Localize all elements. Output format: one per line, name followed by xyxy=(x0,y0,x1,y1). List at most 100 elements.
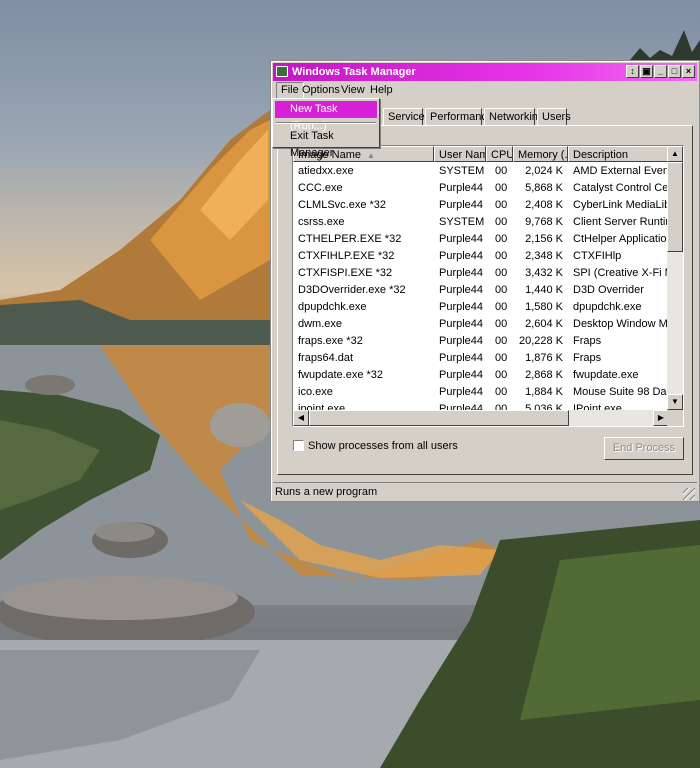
process-memory: 5,868 K xyxy=(525,182,563,194)
process-name: CCC.exe xyxy=(298,182,343,194)
menu-bar: File Options View Help xyxy=(273,82,697,99)
menu-item-exit-task-manager[interactable]: Exit Task Manager xyxy=(275,128,377,159)
scrollbar-corner xyxy=(667,410,683,426)
table-row[interactable]: dpupdchk.exe Purple44 00 1,580 K dpupdchk.ex… xyxy=(293,299,669,316)
table-row[interactable]: fraps.exe *32 Purple44 00 20,228 K Fraps xyxy=(293,333,669,350)
process-memory: 1,580 K xyxy=(525,301,563,313)
scroll-left-icon[interactable]: ◀ xyxy=(293,410,309,426)
process-description: D3D Overrider xyxy=(573,284,644,296)
title-bar[interactable]: Windows Task Manager ↕ ▣ _ □ × xyxy=(273,63,697,81)
resize-grip-icon[interactable] xyxy=(683,488,695,500)
end-process-button[interactable]: End Process xyxy=(604,437,684,460)
close-button[interactable]: × xyxy=(682,65,695,78)
column-cpu[interactable]: CPU xyxy=(486,146,513,162)
process-user: Purple44 xyxy=(439,233,484,245)
window-title: Windows Task Manager xyxy=(292,66,416,78)
table-row[interactable]: csrss.exe SYSTEM 00 9,768 K Client Server Ru… xyxy=(293,214,669,231)
minimize-button[interactable]: _ xyxy=(654,65,667,78)
process-user: SYSTEM xyxy=(439,165,485,177)
process-name: csrss.exe xyxy=(298,216,345,228)
process-cpu: 00 xyxy=(495,233,508,245)
process-memory: 3,432 K xyxy=(525,267,563,279)
horizontal-scroll-thumb[interactable] xyxy=(309,410,569,426)
table-row[interactable]: CTXFIHLP.EXE *32 Purple44 00 2,348 K CTXFIHl… xyxy=(293,248,669,265)
process-name: fraps.exe *32 xyxy=(298,335,363,347)
table-row[interactable]: ico.exe Purple44 00 1,884 K Mouse Suite 98 D… xyxy=(293,384,669,401)
process-memory: 1,884 K xyxy=(525,386,563,398)
process-cpu: 00 xyxy=(495,199,508,211)
process-list[interactable]: Image Name▲ User Name CPU Memory (... De… xyxy=(292,145,684,427)
vertical-scrollbar[interactable]: ▲ ▼ xyxy=(667,146,683,410)
table-row[interactable]: CCC.exe Purple44 00 5,868 K Catalyst Control… xyxy=(293,180,669,197)
process-user: Purple44 xyxy=(439,182,484,194)
process-cpu: 00 xyxy=(495,250,508,262)
menu-help[interactable]: Help xyxy=(366,83,397,98)
process-memory: 2,348 K xyxy=(525,250,563,262)
process-rows: atiedxx.exe SYSTEM 00 2,024 K AMD External E… xyxy=(293,163,669,418)
process-description: CtHelper Application xyxy=(573,233,669,245)
process-cpu: 00 xyxy=(495,284,508,296)
column-memory[interactable]: Memory (... xyxy=(513,146,568,162)
process-cpu: 00 xyxy=(495,165,508,177)
tab-performance[interactable]: Performance xyxy=(425,108,493,125)
table-row[interactable]: atiedxx.exe SYSTEM 00 2,024 K AMD External E… xyxy=(293,163,669,180)
process-memory: 2,868 K xyxy=(525,369,563,381)
table-row[interactable]: CLMLSvc.exe *32 Purple44 00 2,408 K CyberLin… xyxy=(293,197,669,214)
process-memory: 20,228 K xyxy=(519,335,563,347)
process-user: Purple44 xyxy=(439,199,484,211)
task-manager-icon xyxy=(276,66,288,77)
process-user: Purple44 xyxy=(439,301,484,313)
tab-networking[interactable]: Networking xyxy=(484,108,544,125)
column-user-name[interactable]: User Name xyxy=(434,146,486,162)
process-name: CLMLSvc.exe *32 xyxy=(298,199,387,211)
process-list-header: Image Name▲ User Name CPU Memory (... De… xyxy=(293,146,669,162)
process-user: Purple44 xyxy=(439,352,484,364)
process-memory: 2,024 K xyxy=(525,165,563,177)
flip-window-button[interactable]: ↕ xyxy=(626,65,639,78)
column-description[interactable]: Description xyxy=(568,146,669,162)
process-name: D3DOverrider.exe *32 xyxy=(298,284,406,296)
process-name: CTXFIHLP.EXE *32 xyxy=(298,250,395,262)
process-description: SPI (Creative X-Fi Module xyxy=(573,267,669,279)
table-row[interactable]: CTHELPER.EXE *32 Purple44 00 2,156 K CtHelpe… xyxy=(293,231,669,248)
table-row[interactable]: fwupdate.exe *32 Purple44 00 2,868 K fwupdat… xyxy=(293,367,669,384)
menu-item-new-task[interactable]: New Task (Run...) xyxy=(275,101,377,132)
table-row[interactable]: fraps64.dat Purple44 00 1,876 K Fraps xyxy=(293,350,669,367)
process-memory: 2,604 K xyxy=(525,318,563,330)
maximize-button[interactable]: □ xyxy=(668,65,681,78)
process-user: Purple44 xyxy=(439,386,484,398)
process-name: CTHELPER.EXE *32 xyxy=(298,233,402,245)
process-user: Purple44 xyxy=(439,369,484,381)
process-name: dpupdchk.exe xyxy=(298,301,367,313)
restore-window-button[interactable]: ▣ xyxy=(640,65,653,78)
process-user: Purple44 xyxy=(439,318,484,330)
table-row[interactable]: CTXFISPI.EXE *32 Purple44 00 3,432 K SPI (Cr… xyxy=(293,265,669,282)
process-name: CTXFISPI.EXE *32 xyxy=(298,267,393,279)
tab-services[interactable]: Services xyxy=(383,108,430,125)
process-cpu: 00 xyxy=(495,301,508,313)
scroll-up-icon[interactable]: ▲ xyxy=(667,146,683,162)
process-description: Catalyst Control Centre: xyxy=(573,182,669,194)
horizontal-scrollbar[interactable]: ◀ ▶ xyxy=(293,410,669,426)
process-description: dpupdchk.exe xyxy=(573,301,642,313)
status-text: Runs a new program xyxy=(275,486,378,498)
checkbox-box[interactable] xyxy=(293,440,304,451)
table-row[interactable]: D3DOverrider.exe *32 Purple44 00 1,440 K D3D… xyxy=(293,282,669,299)
table-row[interactable]: dwm.exe Purple44 00 2,604 K Desktop Window M… xyxy=(293,316,669,333)
process-description: Client Server Runtime Pro xyxy=(573,216,669,228)
tab-users[interactable]: Users xyxy=(537,108,571,125)
process-description: Mouse Suite 98 Daemon xyxy=(573,386,669,398)
menu-separator xyxy=(276,122,376,124)
process-memory: 2,408 K xyxy=(525,199,563,211)
process-name: atiedxx.exe xyxy=(298,165,354,177)
process-cpu: 00 xyxy=(495,386,508,398)
menu-view[interactable]: View xyxy=(337,83,369,98)
file-menu-dropdown: New Task (Run...) Exit Task Manager xyxy=(272,98,380,159)
process-name: ico.exe xyxy=(298,386,333,398)
vertical-scroll-thumb[interactable] xyxy=(667,162,683,252)
process-name: fwupdate.exe *32 xyxy=(298,369,384,381)
process-name: dwm.exe xyxy=(298,318,343,330)
scroll-down-icon[interactable]: ▼ xyxy=(667,394,683,410)
process-description: Desktop Window Manage xyxy=(573,318,669,330)
process-user: Purple44 xyxy=(439,284,484,296)
